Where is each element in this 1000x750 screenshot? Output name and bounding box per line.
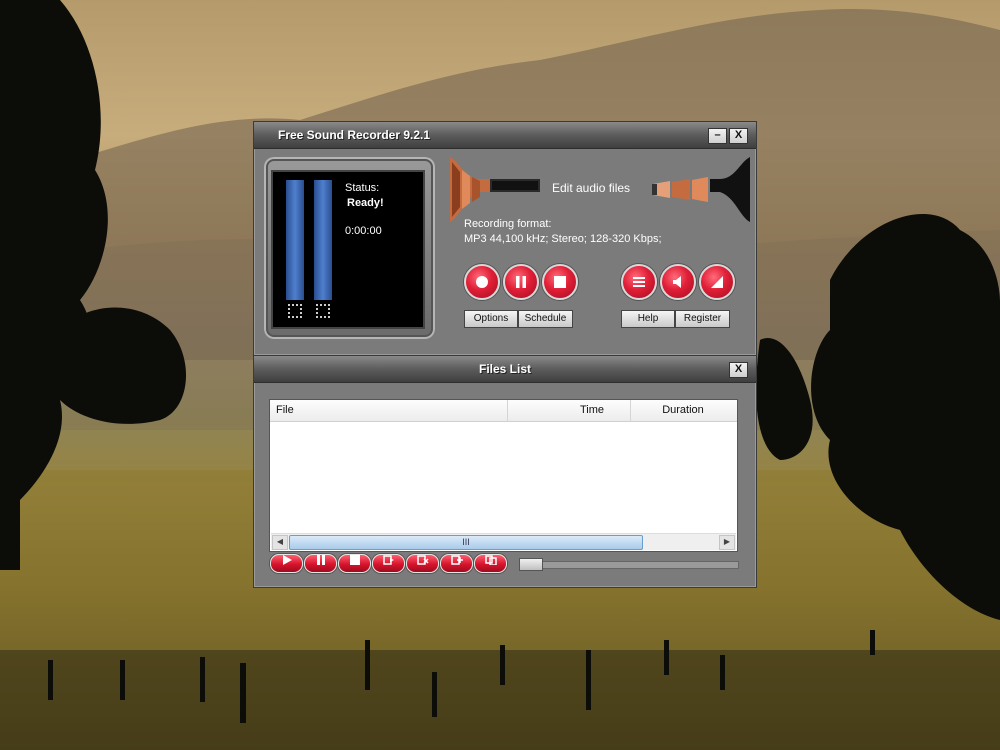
left-meter-marker: [288, 304, 302, 318]
files-window-title: Files List: [478, 362, 531, 376]
recorder-window: Free Sound Recorder 9.2.1 – X Status: Re…: [253, 121, 757, 356]
input-level-button[interactable]: [699, 264, 735, 300]
recording-format-value: MP3 44,100 kHz; Stereo; 128-320 Kbps;: [464, 233, 662, 245]
status-label: Status:: [345, 182, 380, 194]
stop-icon: [544, 266, 576, 298]
register-button[interactable]: Register: [675, 310, 730, 328]
add-icon: [450, 555, 463, 568]
window-title: Free Sound Recorder 9.2.1: [278, 128, 431, 142]
column-duration[interactable]: Duration: [631, 400, 735, 421]
column-time[interactable]: Time: [514, 400, 631, 421]
copy-icon: [484, 555, 497, 568]
options-button[interactable]: Options: [464, 310, 518, 328]
schedule-button[interactable]: Schedule: [518, 310, 573, 328]
close-button[interactable]: X: [729, 128, 748, 144]
delete-file-button[interactable]: [406, 554, 439, 573]
help-button[interactable]: Help: [621, 310, 675, 328]
files-close-button[interactable]: X: [729, 362, 748, 378]
record-button[interactable]: [464, 264, 500, 300]
play-button[interactable]: [270, 554, 303, 573]
pause-icon: [505, 266, 537, 298]
volume-button[interactable]: [660, 264, 696, 300]
volume-icon: [662, 266, 694, 298]
recording-time: 0:00:00: [345, 225, 382, 237]
level-display: Status: Ready! 0:00:00: [271, 170, 425, 329]
files-table[interactable]: File Time Duration ◀ III ▶: [269, 399, 738, 552]
horizontal-scrollbar[interactable]: ◀ III ▶: [271, 533, 736, 550]
files-title-bar[interactable]: Files List X: [254, 356, 756, 383]
playback-progress-track[interactable]: [519, 561, 739, 569]
playback-stop-button[interactable]: [338, 554, 371, 573]
column-file[interactable]: File: [270, 400, 508, 421]
left-level-meter: [286, 180, 304, 300]
scroll-right-icon[interactable]: ▶: [719, 535, 735, 550]
file-list-button[interactable]: [621, 264, 657, 300]
play-icon: [281, 555, 293, 568]
recording-format-label: Recording format:: [464, 218, 552, 230]
status-value: Ready!: [347, 197, 384, 209]
files-table-header: File Time Duration: [270, 400, 737, 422]
list-icon: [623, 266, 655, 298]
delete-icon: [416, 555, 429, 568]
edit-audio-label[interactable]: Edit audio files: [552, 181, 630, 195]
title-bar[interactable]: Free Sound Recorder 9.2.1 – X: [254, 122, 756, 149]
minimize-button[interactable]: –: [708, 128, 727, 144]
playback-progress-handle[interactable]: [519, 558, 543, 571]
scroll-thumb[interactable]: III: [289, 535, 643, 550]
convert-button[interactable]: [372, 554, 405, 573]
convert-icon: [382, 555, 395, 568]
stop-button[interactable]: [542, 264, 578, 300]
add-file-button[interactable]: [440, 554, 473, 573]
pause-button[interactable]: [503, 264, 539, 300]
input-level-icon: [701, 266, 733, 298]
playback-pause-button[interactable]: [304, 554, 337, 573]
files-list-window: Files List X File Time Duration ◀ III ▶: [253, 355, 757, 588]
stop-icon: [349, 555, 360, 568]
pause-icon: [316, 555, 326, 568]
record-icon: [466, 266, 498, 298]
right-meter-marker: [316, 304, 330, 318]
scroll-left-icon[interactable]: ◀: [272, 535, 288, 550]
right-level-meter: [314, 180, 332, 300]
copy-file-button[interactable]: [474, 554, 507, 573]
